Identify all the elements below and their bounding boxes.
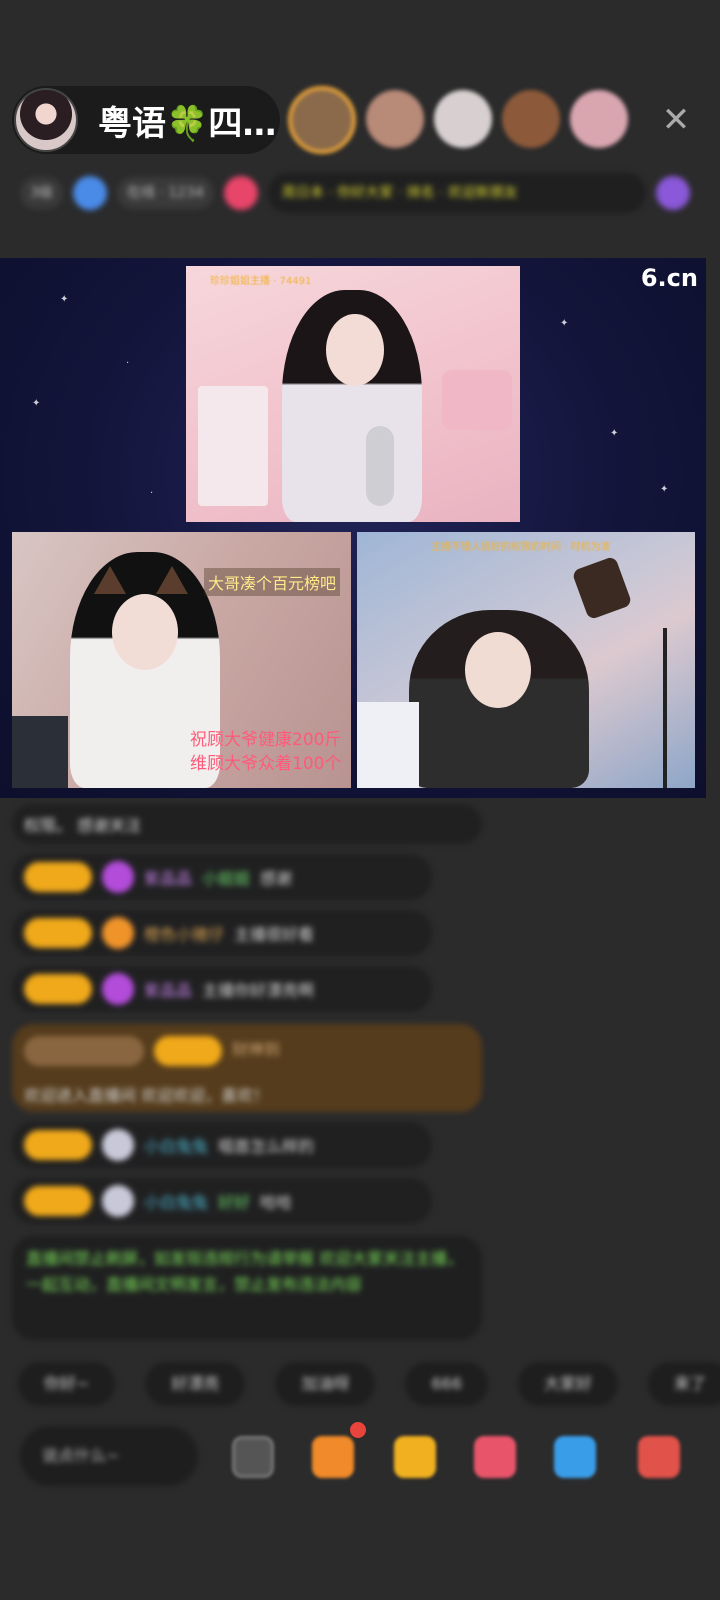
host-info-pill[interactable]: 粤语🍀四… <box>12 86 280 154</box>
gem-icon <box>102 861 134 893</box>
live-room-screen: 粤语🍀四… ✕ 3级 在线 · 1234 周日本 · 你好大家 · 排名 · 欢… <box>0 0 720 1600</box>
activity-icon[interactable] <box>656 176 690 210</box>
host-avatar[interactable] <box>14 88 78 152</box>
room-decor <box>442 370 512 430</box>
quick-reply-row: 你好~ 好漂亮 加油呀 666 大家好 来了 <box>18 1362 720 1406</box>
camera-tag: 主播不错人挺好的权限的时间 · 时机为准 <box>431 542 611 553</box>
chat-message: 小白兔兔 唱首怎么样的 <box>12 1122 432 1168</box>
room-decor <box>357 702 419 788</box>
level-badge <box>154 1036 222 1066</box>
chat-username[interactable]: 橙色小猪仔 <box>144 921 224 945</box>
chat-message: 橙色小猪仔 主播很好看 <box>12 910 432 956</box>
cat-ear-right <box>156 566 188 594</box>
chat-message: 紫晶晶 主播你好漂亮啊 <box>12 966 432 1012</box>
chat-input[interactable]: 说点什么~ <box>20 1426 198 1486</box>
notification-dot <box>350 1422 366 1438</box>
heart-gift-icon[interactable] <box>474 1436 516 1478</box>
close-icon[interactable]: ✕ <box>656 100 696 140</box>
room-decor <box>12 716 68 788</box>
floor-lamp <box>571 555 633 621</box>
main-camera-feed[interactable]: 珍珍姐姐主播 · 74491 <box>186 266 520 522</box>
gem-icon <box>102 973 134 1005</box>
treasure-icon[interactable] <box>394 1436 436 1478</box>
level-badge <box>24 862 92 892</box>
viewer-avatar[interactable] <box>502 90 560 148</box>
vip-badge <box>24 1036 144 1066</box>
viewer-avatar[interactable] <box>288 86 356 154</box>
avatar <box>102 1185 134 1217</box>
streamer-face <box>326 314 384 386</box>
more-gift-icon[interactable] <box>638 1436 680 1478</box>
level-badge <box>24 918 92 948</box>
chat-message: 紫晶晶 小姐姐 感谢 <box>12 854 432 900</box>
game-icon[interactable] <box>554 1436 596 1478</box>
right-camera-feed[interactable]: 主播不错人挺好的权限的时间 · 时机为准 <box>357 532 695 788</box>
quick-reply-chip[interactable]: 好漂亮 <box>145 1362 246 1406</box>
site-logo: 6.cn <box>640 264 698 292</box>
room-info-row: 3级 在线 · 1234 周日本 · 你好大家 · 排名 · 欢迎新朋友 <box>20 172 690 214</box>
floor-lamp-pole <box>663 628 667 788</box>
overlay-wish-text: 祝顾大爷健康200斤 维顾大爷众着100个 <box>190 730 342 774</box>
chat-username[interactable]: 紫晶晶 <box>144 865 192 889</box>
bottom-action-bar: 说点什么~ <box>20 1422 710 1488</box>
left-camera-feed[interactable]: 大哥凑个百元榜吧 祝顾大爷健康200斤 维顾大爷众着100个 <box>12 532 351 788</box>
announcement-banner[interactable]: 周日本 · 你好大家 · 排名 · 欢迎新朋友 <box>267 173 646 213</box>
streamer-face <box>112 594 178 670</box>
viewer-avatar[interactable] <box>434 90 492 148</box>
level-badge <box>24 1186 92 1216</box>
level-badge <box>24 974 92 1004</box>
emoji-icon[interactable] <box>232 1436 274 1478</box>
gift-box-icon[interactable] <box>312 1436 354 1478</box>
quick-reply-chip[interactable]: 加油呀 <box>275 1362 376 1406</box>
viewer-avatar[interactable] <box>366 90 424 148</box>
chat-message: 小白兔兔 好好 哈哈 <box>12 1178 432 1224</box>
cat-ear-left <box>94 566 126 594</box>
orange-badge-icon <box>102 917 134 949</box>
viewer-avatar-strip <box>288 86 628 154</box>
hot-icon[interactable] <box>223 176 258 210</box>
level-badge <box>24 1130 92 1160</box>
microphone <box>366 426 394 506</box>
host-name[interactable]: 粤语🍀四… <box>98 96 278 145</box>
quick-reply-chip[interactable]: 来了 <box>648 1362 720 1406</box>
rank-icon[interactable] <box>72 176 107 210</box>
level-chip[interactable]: 3级 <box>20 177 63 209</box>
chat-message: 权限。 感谢关注 <box>12 804 482 844</box>
streamer-face <box>465 632 531 708</box>
viewer-avatar[interactable] <box>570 90 628 148</box>
camera-tag: 珍珍姐姐主播 · 74491 <box>210 276 312 287</box>
chat-notice: 直播间禁止刷屏，如发现违规行为请举报 欢迎大家关注主播，一起互动，直播间文明发言… <box>12 1236 482 1340</box>
quick-reply-chip[interactable]: 666 <box>405 1362 488 1406</box>
quick-reply-chip[interactable]: 大家好 <box>518 1362 619 1406</box>
chat-system-message: 财神到 欢迎进入直播间 欢迎欢迎，喜欢！ <box>12 1024 482 1112</box>
chat-username[interactable]: 财神到 <box>232 1036 280 1060</box>
room-decor <box>198 386 268 506</box>
avatar <box>102 1129 134 1161</box>
online-count-chip[interactable]: 在线 · 1234 <box>116 177 214 209</box>
video-stage[interactable]: ✦ ✦ · ✦ ✦ ✦ · 6.cn 珍珍姐姐主播 · 74491 大哥凑个百元… <box>0 258 706 798</box>
chat-username[interactable]: 小白兔兔 <box>144 1133 208 1157</box>
chat-username[interactable]: 小白兔兔 <box>144 1189 208 1213</box>
chat-username[interactable]: 紫晶晶 <box>144 977 192 1001</box>
quick-reply-chip[interactable]: 你好~ <box>18 1362 116 1406</box>
overlay-board-text: 大哥凑个百元榜吧 <box>204 568 341 596</box>
